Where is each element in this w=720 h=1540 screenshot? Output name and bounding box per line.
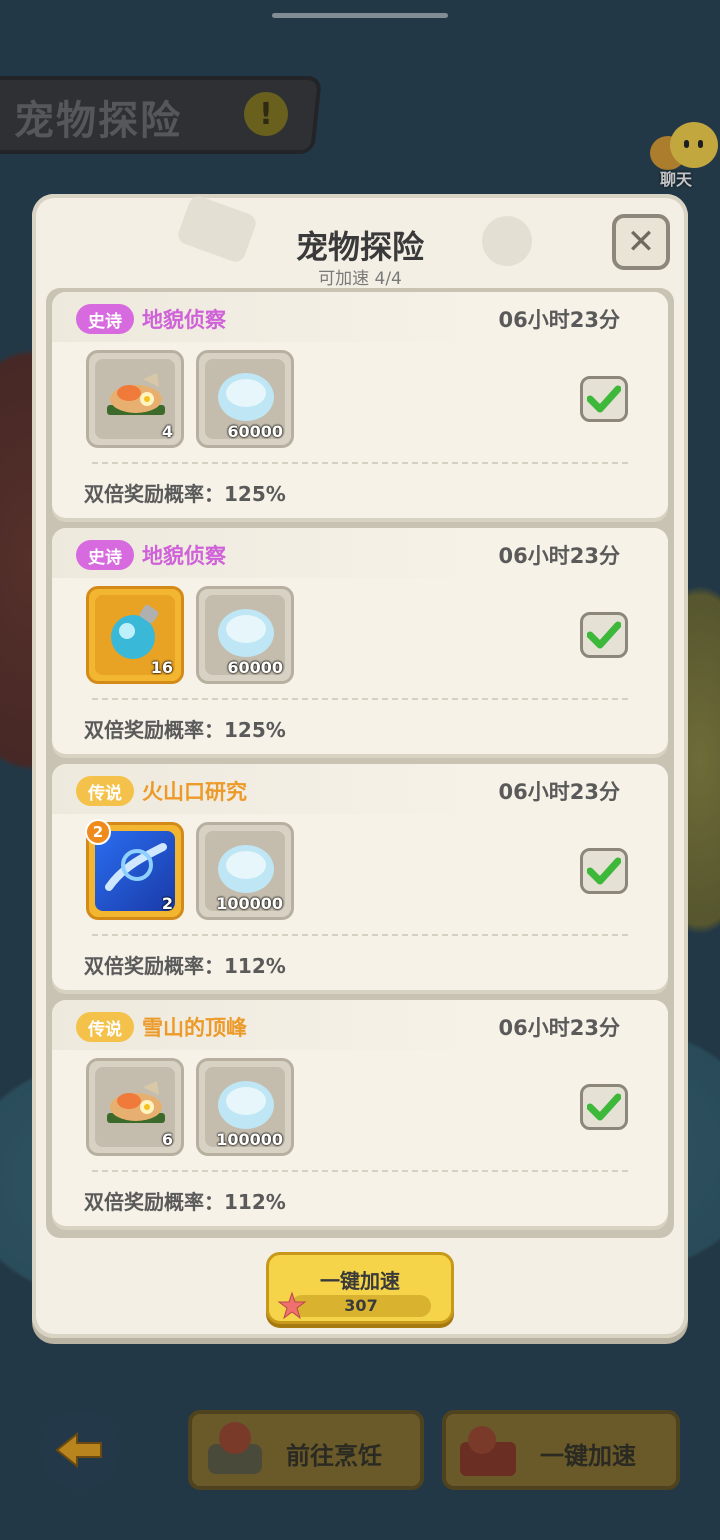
- close-button[interactable]: ✕: [612, 214, 670, 270]
- reward-item[interactable]: 16: [86, 586, 184, 684]
- mission-timer: 06小时23分: [498, 308, 620, 332]
- double-reward-rate: 双倍奖励概率：112%: [84, 954, 286, 978]
- reward-item[interactable]: 60000: [196, 350, 294, 448]
- bottom-speed-label: 一键加速: [540, 1442, 636, 1470]
- mission-name: 地貌侦察: [142, 544, 226, 568]
- speedup-label: 一键加速: [320, 1269, 400, 1293]
- select-checkbox[interactable]: [580, 612, 628, 658]
- food-plate-icon: [107, 1081, 165, 1123]
- mission-timer: 06小时23分: [498, 544, 620, 568]
- double-reward-rate: 双倍奖励概率：112%: [84, 1190, 286, 1214]
- rarity-badge: 传说: [76, 1012, 134, 1042]
- item-count: 16: [150, 658, 173, 677]
- reward-item[interactable]: 4: [86, 350, 184, 448]
- pet-expedition-modal: 宠物探险 可加速 4/4 ✕ 史诗 地貌侦察 06小时23分 4 60000 双…: [32, 193, 688, 1338]
- mission-card: 传说 雪山的顶峰 06小时23分 6 100000 双倍奖励概率：112%: [52, 1000, 668, 1226]
- rarity-badge: 史诗: [76, 540, 134, 570]
- mission-name: 雪山的顶峰: [142, 1016, 247, 1040]
- close-icon: ✕: [626, 222, 656, 262]
- speedup-cost: 307: [291, 1295, 431, 1317]
- starfish-icon: [277, 1291, 307, 1320]
- divider: [92, 462, 628, 464]
- reward-item[interactable]: 60000: [196, 586, 294, 684]
- mission-card: 传说 火山口研究 06小时23分 2 2 100000 双倍奖励概率：112%: [52, 764, 668, 990]
- mission-timer: 06小时23分: [498, 780, 620, 804]
- mission-name: 火山口研究: [142, 780, 247, 804]
- modal-title: 宠物探险: [295, 228, 424, 266]
- level-badge: 2: [85, 819, 111, 845]
- item-count: 2: [161, 894, 173, 913]
- divider: [92, 1170, 628, 1172]
- shell-icon: [218, 1081, 274, 1129]
- double-reward-rate: 双倍奖励概率：125%: [84, 718, 286, 742]
- divider: [92, 934, 628, 936]
- mission-card: 史诗 地貌侦察 06小时23分 4 60000 双倍奖励概率：125%: [52, 292, 668, 518]
- select-checkbox[interactable]: [580, 1084, 628, 1130]
- one-click-speedup-button[interactable]: 一键加速 307: [266, 1252, 454, 1324]
- item-count: 4: [161, 422, 173, 441]
- select-checkbox[interactable]: [580, 376, 628, 422]
- item-count: 6: [161, 1130, 173, 1149]
- checkmark-icon: [587, 621, 621, 649]
- go-cook-label: 前往烹饪: [286, 1442, 382, 1470]
- shell-icon: [218, 373, 274, 421]
- double-reward-rate: 双倍奖励概率：125%: [84, 482, 286, 506]
- bottom-speed-button[interactable]: 一键加速: [442, 1410, 680, 1490]
- mission-name: 地貌侦察: [142, 308, 226, 332]
- reward-item[interactable]: 100000: [196, 1058, 294, 1156]
- rarity-badge: 史诗: [76, 304, 134, 334]
- reward-item[interactable]: 2 2: [85, 819, 184, 920]
- skill-card-icon: [105, 843, 167, 891]
- back-arrow-icon: [55, 1431, 102, 1469]
- shell-icon: [218, 609, 274, 657]
- mission-list[interactable]: 史诗 地貌侦察 06小时23分 4 60000 双倍奖励概率：125% 史诗 地…: [46, 288, 674, 1238]
- food-plate-icon: [107, 373, 165, 415]
- rarity-badge: 传说: [76, 776, 134, 806]
- checkmark-icon: [587, 1093, 621, 1121]
- divider: [92, 698, 628, 700]
- back-button[interactable]: [40, 1410, 120, 1490]
- reward-item[interactable]: 6: [86, 1058, 184, 1156]
- select-checkbox[interactable]: [580, 848, 628, 894]
- checkmark-icon: [587, 857, 621, 885]
- cooking-pot-icon: [208, 1422, 262, 1474]
- shell-icon: [218, 845, 274, 893]
- mission-card: 史诗 地貌侦察 06小时23分 16 60000 双倍奖励概率：125%: [52, 528, 668, 754]
- reward-item[interactable]: 100000: [196, 822, 294, 920]
- speedup-count: 可加速 4/4: [318, 269, 402, 289]
- item-count: 100000: [216, 894, 283, 913]
- item-count: 60000: [227, 422, 283, 441]
- potion-bottle-icon: [111, 604, 159, 659]
- chest-icon: [460, 1426, 516, 1476]
- mission-timer: 06小时23分: [498, 1016, 620, 1040]
- go-cook-button[interactable]: 前往烹饪: [188, 1410, 424, 1490]
- checkmark-icon: [587, 385, 621, 413]
- item-count: 60000: [227, 658, 283, 677]
- item-count: 100000: [216, 1130, 283, 1149]
